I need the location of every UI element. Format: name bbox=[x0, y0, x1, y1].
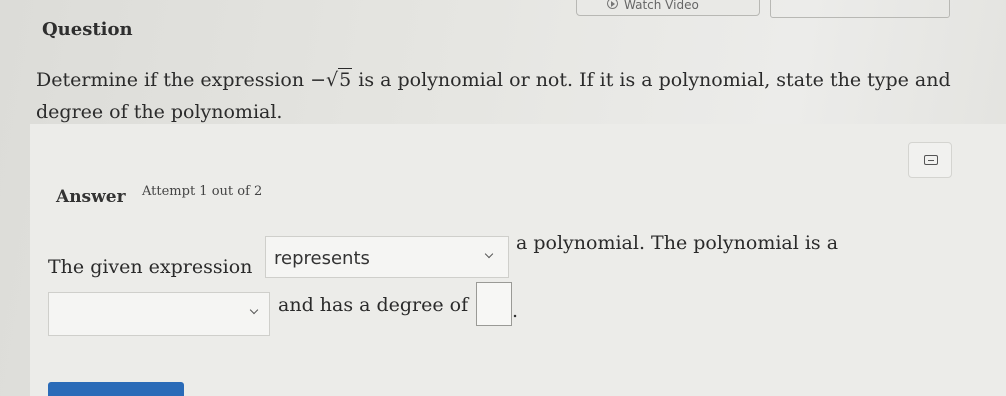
degree-sentence: and has a degree of bbox=[278, 294, 469, 316]
answer-heading: Answer bbox=[56, 187, 126, 207]
question-heading: Question bbox=[42, 19, 133, 40]
question-text: Determine if the expression −√5 is a pol… bbox=[36, 64, 956, 128]
question-text-before: Determine if the expression bbox=[36, 69, 311, 91]
answer-sentence-start: The given expression bbox=[48, 256, 253, 278]
keyboard-icon bbox=[924, 155, 938, 165]
play-circle-icon bbox=[607, 0, 618, 9]
chevron-down-icon bbox=[484, 249, 494, 259]
sqrt-expression: √5 bbox=[326, 64, 353, 96]
chevron-down-icon bbox=[249, 305, 259, 315]
submit-button[interactable] bbox=[48, 382, 184, 396]
minus-sign: − bbox=[310, 69, 327, 91]
polynomial-status-value: represents bbox=[274, 248, 370, 269]
polynomial-type-select[interactable] bbox=[48, 292, 270, 336]
sqrt-symbol: √ bbox=[326, 69, 339, 91]
keyboard-button[interactable] bbox=[908, 142, 952, 178]
watch-video-label: Watch Video bbox=[624, 0, 699, 12]
watch-video-button[interactable]: Watch Video bbox=[576, 0, 760, 16]
sentence-period: . bbox=[512, 300, 519, 322]
top-toolbar-box bbox=[770, 0, 950, 18]
attempt-counter: Attempt 1 out of 2 bbox=[142, 184, 263, 199]
polynomial-status-select[interactable]: represents bbox=[265, 236, 509, 278]
answer-sentence-end: a polynomial. The polynomial is a bbox=[516, 232, 839, 254]
header-area: Watch Video Question Determine if the ex… bbox=[0, 0, 1006, 125]
sqrt-radicand: 5 bbox=[338, 68, 353, 91]
degree-input[interactable] bbox=[476, 282, 512, 326]
